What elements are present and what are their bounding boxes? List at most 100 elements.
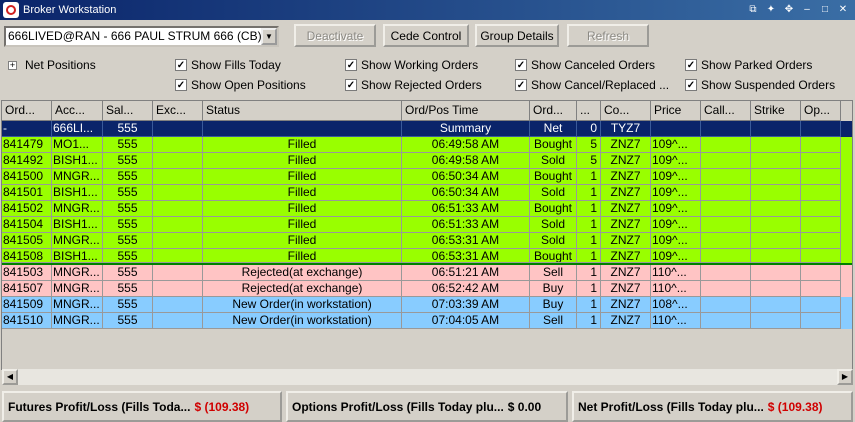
horizontal-scrollbar[interactable]: ◀ ▶ (2, 369, 853, 385)
cell-open-close (801, 265, 841, 281)
show-open-positions-checkbox[interactable]: ✓ Show Open Positions (175, 76, 306, 94)
column-header-side[interactable]: Ord... (530, 101, 577, 121)
table-row[interactable]: 841510 MNGR... 555 New Order(in workstation… (2, 313, 852, 329)
cell-order-time: 06:49:58 AM (402, 137, 530, 153)
show-canceled-orders-label: Show Canceled Orders (531, 58, 656, 72)
column-header-strike[interactable]: Strike (751, 101, 801, 121)
cell-order-time: 06:53:31 AM (402, 233, 530, 249)
cell-contract: ZNZ7 (601, 233, 651, 249)
cell-status: New Order(in workstation) (203, 313, 402, 329)
app-icon[interactable] (3, 2, 19, 18)
cell-open-close (801, 169, 841, 185)
show-fills-today-checkbox[interactable]: ✓ Show Fills Today (175, 56, 281, 74)
net-positions-toggle[interactable]: + Net Positions (8, 56, 96, 74)
column-header-call-put[interactable]: Call... (701, 101, 751, 121)
table-row[interactable]: 841479 MO1... 555 Filled 06:49:58 AM Bought 5 Z… (2, 137, 852, 153)
cede-control-button[interactable]: Cede Control (383, 24, 469, 47)
checkmark-icon[interactable]: ✓ (685, 59, 697, 71)
show-suspended-orders-label: Show Suspended Orders (701, 78, 836, 92)
table-row[interactable]: 841503 MNGR... 555 Rejected(at exchange) 06:… (2, 265, 852, 281)
checkmark-icon[interactable]: ✓ (515, 59, 527, 71)
show-rejected-orders-checkbox[interactable]: ✓ Show Rejected Orders (345, 76, 482, 94)
cell-contract: ZNZ7 (601, 169, 651, 185)
table-row[interactable]: 841502 MNGR... 555 Filled 06:51:33 AM Bought 1… (2, 201, 852, 217)
cell-contract: ZNZ7 (601, 217, 651, 233)
scroll-track[interactable] (18, 369, 837, 385)
scroll-right-icon[interactable]: ▶ (837, 369, 853, 385)
column-header-order-id[interactable]: Ord... (2, 101, 52, 121)
show-suspended-orders-checkbox[interactable]: ✓ Show Suspended Orders (685, 76, 835, 94)
pin-icon[interactable]: ✦ (763, 3, 779, 17)
maximize-icon[interactable]: □ (817, 3, 833, 17)
cell-contract: ZNZ7 (601, 297, 651, 313)
cell-contract: ZNZ7 (601, 153, 651, 169)
show-canceled-orders-checkbox[interactable]: ✓ Show Canceled Orders (515, 56, 655, 74)
column-header-open-close[interactable]: Op... (801, 101, 841, 121)
table-row[interactable]: 841508 BISH1... 555 Filled 06:53:31 AM Bought… (2, 249, 852, 265)
table-row[interactable]: 841500 MNGR... 555 Filled 06:50:34 AM Bought 1… (2, 169, 852, 185)
checkmark-icon[interactable]: ✓ (515, 79, 527, 91)
checkmark-icon[interactable]: ✓ (175, 79, 187, 91)
show-parked-orders-checkbox[interactable]: ✓ Show Parked Orders (685, 56, 812, 74)
cell-open-close (801, 153, 841, 169)
chevron-down-icon[interactable]: ▼ (261, 27, 277, 45)
column-header-salesperson[interactable]: Sal... (103, 101, 153, 121)
cell-account: BISH1... (52, 153, 103, 169)
checkmark-icon[interactable]: ✓ (175, 59, 187, 71)
table-row[interactable]: -666LI... 555 Summary Net 0 TYZ7 (2, 121, 852, 137)
column-header-account[interactable]: Acc... (52, 101, 103, 121)
cell-open-close (801, 313, 841, 329)
show-parked-orders-label: Show Parked Orders (701, 58, 813, 72)
scroll-left-icon[interactable]: ◀ (2, 369, 18, 385)
cell-side: Bought (530, 169, 577, 185)
restore-icon[interactable]: ⧉ (745, 3, 761, 17)
cell-side: Bought (530, 249, 577, 263)
cell-order-id: 841507 (2, 281, 52, 297)
cell-price: 109^... (651, 217, 701, 233)
cell-exchange (153, 137, 203, 153)
column-header-quantity[interactable]: ... (577, 101, 601, 121)
move-icon[interactable]: ✥ (781, 3, 797, 17)
cell-side: Sold (530, 233, 577, 249)
column-header-exchange[interactable]: Exc... (153, 101, 203, 121)
cell-side: Sell (530, 265, 577, 281)
cell-side: Sold (530, 217, 577, 233)
refresh-button[interactable]: Refresh (567, 24, 649, 47)
title-bar: Broker Workstation ⧉ ✦ ✥ – □ ✕ (0, 0, 855, 20)
show-cancel-replaced-checkbox[interactable]: ✓ Show Cancel/Replaced ... (515, 76, 669, 94)
options-pl-value: $ 0.00 (507, 399, 542, 414)
show-working-orders-checkbox[interactable]: ✓ Show Working Orders (345, 56, 478, 74)
column-header-order-time[interactable]: Ord/Pos Time (402, 101, 530, 121)
deactivate-button[interactable]: Deactivate (294, 24, 376, 47)
cell-order-time: 06:51:21 AM (402, 265, 530, 281)
expand-icon[interactable]: + (8, 60, 17, 70)
cell-side: Sold (530, 153, 577, 169)
close-icon[interactable]: ✕ (835, 3, 851, 17)
table-row[interactable]: 841501 BISH1... 555 Filled 06:50:34 AM Sold 1 Z… (2, 185, 852, 201)
column-header-price[interactable]: Price (651, 101, 701, 121)
cell-open-close (801, 217, 841, 233)
table-row[interactable]: 841492 BISH1... 555 Filled 06:49:58 AM Sold 5 Z… (2, 153, 852, 169)
cell-order-id: - (2, 121, 52, 137)
group-details-button[interactable]: Group Details (475, 24, 559, 47)
table-row[interactable]: 841504 BISH1... 555 Filled 06:51:33 AM Sold 1 Z… (2, 217, 852, 233)
checkmark-icon[interactable]: ✓ (345, 79, 357, 91)
futures-pl-panel: Futures Profit/Loss (Fills Toda... $ (10… (2, 391, 282, 422)
cell-order-id: 841505 (2, 233, 52, 249)
column-header-status[interactable]: Status (203, 101, 402, 121)
cell-quantity: 5 (577, 137, 601, 153)
checkmark-icon[interactable]: ✓ (685, 79, 697, 91)
cell-strike (751, 217, 801, 233)
column-header-contract[interactable]: Co... (601, 101, 651, 121)
account-select[interactable]: 666LIVED@RAN - 666 PAUL STRUM 666 (CB) ▼ (4, 25, 279, 47)
cell-order-time: 06:51:33 AM (402, 217, 530, 233)
checkmark-icon[interactable]: ✓ (345, 59, 357, 71)
table-row[interactable]: 841509 MNGR... 555 New Order(in workstation… (2, 297, 852, 313)
minimize-icon[interactable]: – (799, 3, 815, 17)
cell-account: MNGR... (52, 313, 103, 329)
table-row[interactable]: 841505 MNGR... 555 Filled 06:53:31 AM Sold 1 ZN… (2, 233, 852, 249)
table-row[interactable]: 841507 MNGR... 555 Rejected(at exchange) 06:… (2, 281, 852, 297)
cell-quantity: 1 (577, 297, 601, 313)
cell-order-time: 06:51:33 AM (402, 201, 530, 217)
cell-price: 109^... (651, 153, 701, 169)
